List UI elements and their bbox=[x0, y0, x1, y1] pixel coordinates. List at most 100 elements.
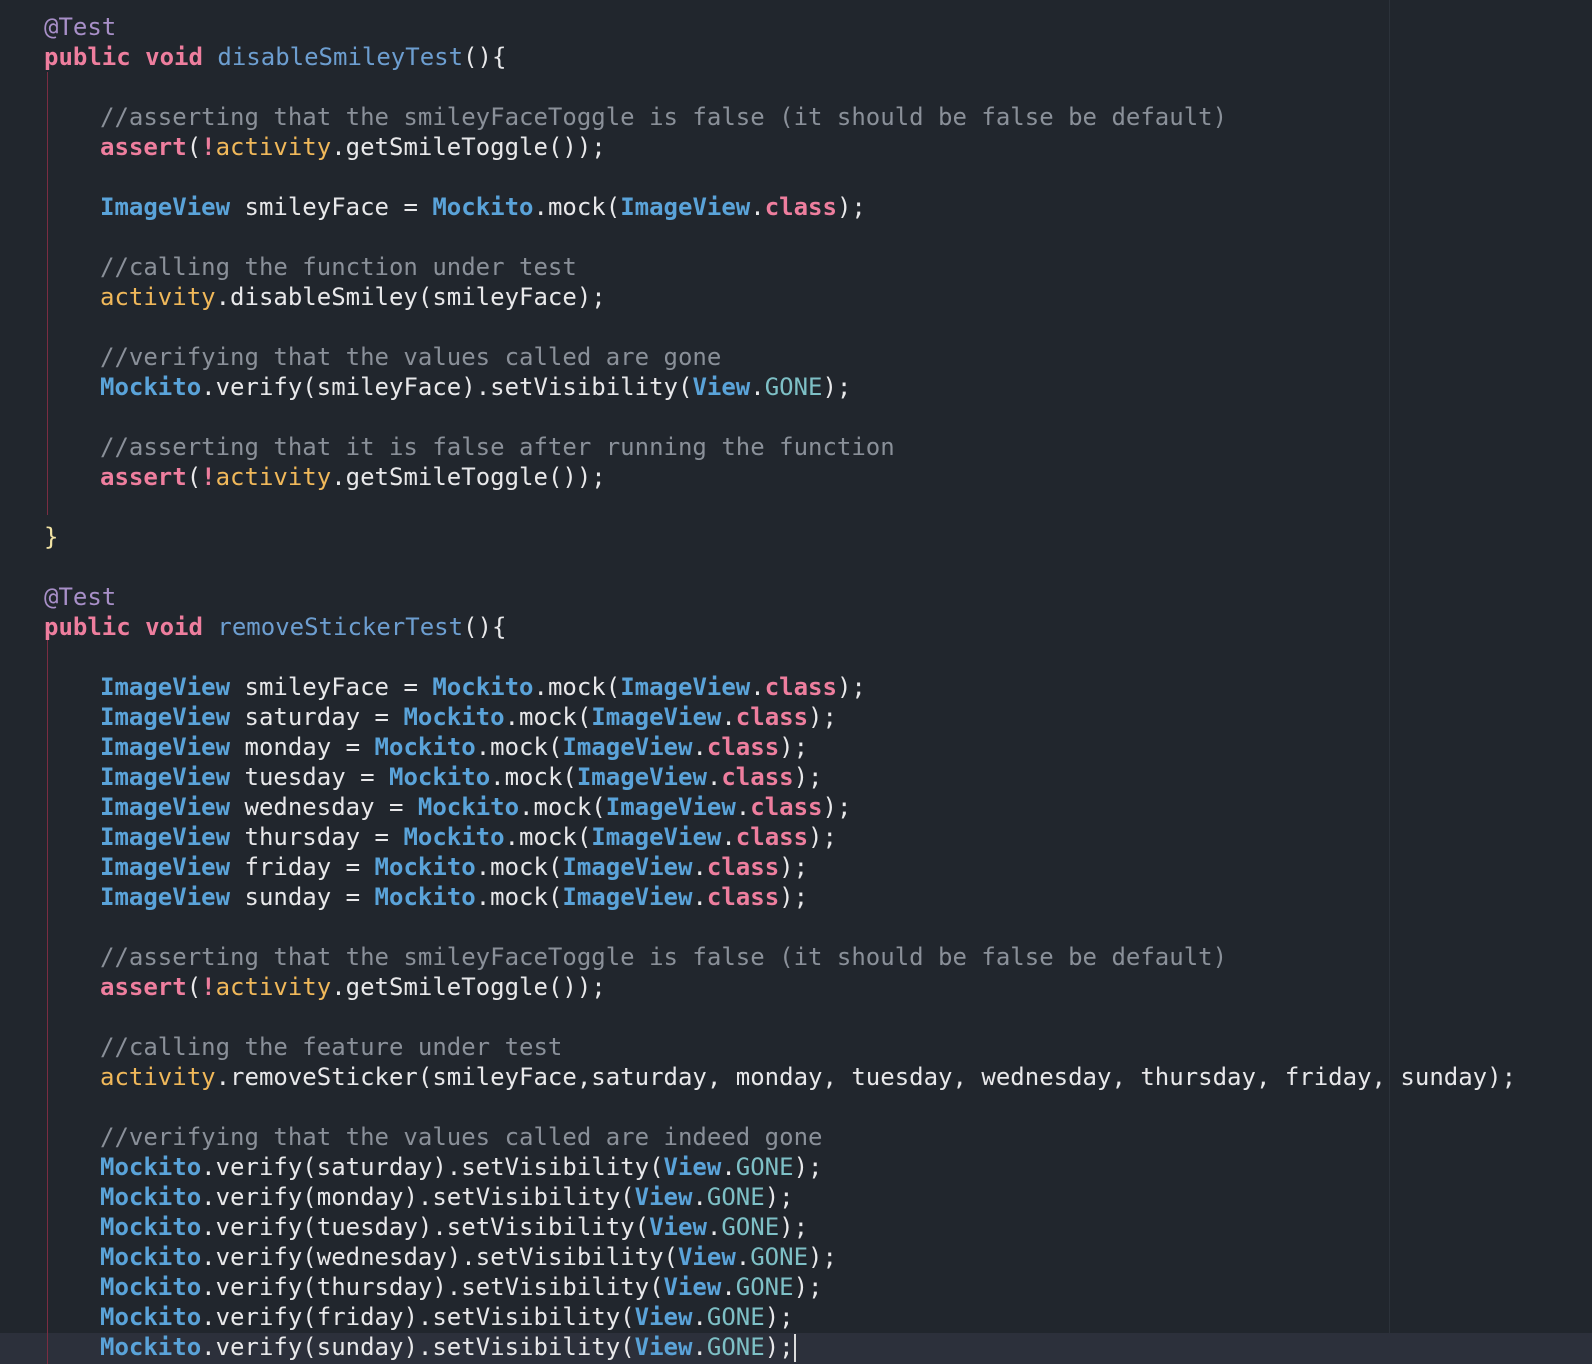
code-token-type: Mockito bbox=[100, 1333, 202, 1361]
code-token-type: View bbox=[634, 1303, 693, 1331]
code-token-plain: . bbox=[750, 193, 765, 221]
code-token-type: ImageView bbox=[100, 703, 231, 731]
code-token-kw: class bbox=[735, 823, 809, 851]
code-line[interactable]: Mockito.verify(friday).setVisibility(Vie… bbox=[0, 1302, 1592, 1332]
code-token-plain: ); bbox=[822, 373, 852, 401]
code-token-plain: . bbox=[721, 1273, 736, 1301]
code-token-plain: .disableSmiley(smileyFace); bbox=[215, 283, 606, 311]
code-token-plain: ); bbox=[793, 1153, 823, 1181]
code-line[interactable] bbox=[0, 912, 1592, 942]
code-line[interactable]: } bbox=[0, 522, 1592, 552]
code-token-type: Mockito bbox=[100, 1303, 202, 1331]
code-line[interactable]: public void removeStickerTest(){ bbox=[0, 612, 1592, 642]
code-line[interactable] bbox=[0, 1092, 1592, 1122]
code-line[interactable] bbox=[0, 492, 1592, 522]
code-line[interactable] bbox=[0, 402, 1592, 432]
code-line[interactable]: //calling the function under test bbox=[0, 252, 1592, 282]
code-token-plain: . bbox=[692, 853, 707, 881]
code-token-type: Mockito bbox=[374, 883, 476, 911]
code-line[interactable]: Mockito.verify(sunday).setVisibility(Vie… bbox=[0, 1332, 1592, 1362]
code-token-kw: class bbox=[706, 883, 780, 911]
code-token-type: ImageView bbox=[576, 763, 707, 791]
code-line[interactable]: Mockito.verify(smileyFace).setVisibility… bbox=[0, 372, 1592, 402]
code-line[interactable]: //verifying that the values called are g… bbox=[0, 342, 1592, 372]
code-token-plain: ( bbox=[186, 133, 202, 161]
code-token-plain: .verify(sunday).setVisibility( bbox=[201, 1333, 635, 1361]
code-token-kw: public bbox=[44, 43, 131, 71]
code-line[interactable]: ImageView thursday = Mockito.mock(ImageV… bbox=[0, 822, 1592, 852]
code-token-plain: .mock( bbox=[475, 733, 563, 761]
code-token-plain: . bbox=[706, 763, 722, 791]
code-token-plain: ); bbox=[779, 853, 809, 881]
code-token-type: Mockito bbox=[403, 823, 505, 851]
code-line[interactable] bbox=[0, 1002, 1592, 1032]
code-line[interactable]: ImageView monday = Mockito.mock(ImageVie… bbox=[0, 732, 1592, 762]
code-token-const: GONE bbox=[721, 1213, 780, 1241]
code-line[interactable]: Mockito.verify(tuesday).setVisibility(Vi… bbox=[0, 1212, 1592, 1242]
code-line[interactable] bbox=[0, 222, 1592, 252]
code-line[interactable]: ImageView sunday = Mockito.mock(ImageVie… bbox=[0, 882, 1592, 912]
code-token-plain: . bbox=[692, 1303, 707, 1331]
code-token-type: Mockito bbox=[389, 763, 491, 791]
code-line[interactable] bbox=[0, 72, 1592, 102]
code-line[interactable]: ImageView friday = Mockito.mock(ImageVie… bbox=[0, 852, 1592, 882]
code-line[interactable]: ImageView saturday = Mockito.mock(ImageV… bbox=[0, 702, 1592, 732]
code-line[interactable]: ImageView smileyFace = Mockito.mock(Imag… bbox=[0, 672, 1592, 702]
code-token-plain: ); bbox=[808, 823, 837, 851]
code-token-plain: . bbox=[735, 793, 751, 821]
code-token-field: activity bbox=[215, 973, 332, 1001]
code-token-kw: class bbox=[721, 763, 794, 791]
code-line[interactable]: assert(!activity.getSmileToggle()); bbox=[0, 462, 1592, 492]
code-line[interactable]: Mockito.verify(monday).setVisibility(Vie… bbox=[0, 1182, 1592, 1212]
code-token-plain: .mock( bbox=[504, 703, 592, 731]
code-line[interactable]: assert(!activity.getSmileToggle()); bbox=[0, 132, 1592, 162]
code-token-plain: wednesday = bbox=[230, 793, 418, 821]
code-line[interactable]: activity.disableSmiley(smileyFace); bbox=[0, 282, 1592, 312]
code-token-type: ImageView bbox=[100, 883, 231, 911]
code-line[interactable]: public void disableSmileyTest(){ bbox=[0, 42, 1592, 72]
code-token-type: ImageView bbox=[100, 823, 231, 851]
text-caret bbox=[793, 1334, 796, 1362]
code-line[interactable]: Mockito.verify(thursday).setVisibility(V… bbox=[0, 1272, 1592, 1302]
code-token-field: activity bbox=[100, 283, 216, 311]
code-lines[interactable]: @Test public void disableSmileyTest(){//a… bbox=[0, 12, 1592, 1362]
code-token-plain: .mock( bbox=[533, 673, 621, 701]
code-token-type: View bbox=[692, 373, 751, 401]
code-line[interactable] bbox=[0, 552, 1592, 582]
code-line[interactable] bbox=[0, 642, 1592, 672]
code-token-type: Mockito bbox=[432, 193, 534, 221]
code-token-plain: . bbox=[706, 1213, 722, 1241]
code-line[interactable]: activity.removeSticker(smileyFace,saturd… bbox=[0, 1062, 1592, 1092]
code-line[interactable]: ImageView smileyFace = Mockito.mock(Imag… bbox=[0, 192, 1592, 222]
code-token-plain: ); bbox=[836, 193, 866, 221]
code-line[interactable]: assert(!activity.getSmileToggle()); bbox=[0, 972, 1592, 1002]
code-line[interactable]: Mockito.verify(wednesday).setVisibility(… bbox=[0, 1242, 1592, 1272]
code-token-kw: class bbox=[764, 673, 837, 701]
code-editor[interactable]: @Test public void disableSmileyTest(){//a… bbox=[0, 0, 1592, 1364]
code-token-comment: //asserting that it is false after runni… bbox=[100, 433, 895, 461]
code-line[interactable]: ImageView wednesday = Mockito.mock(Image… bbox=[0, 792, 1592, 822]
code-token-kw: ! bbox=[201, 973, 216, 1001]
code-token-fn: disableSmileyTest bbox=[217, 43, 464, 71]
code-line[interactable] bbox=[0, 162, 1592, 192]
code-line[interactable]: //verifying that the values called are i… bbox=[0, 1122, 1592, 1152]
code-line[interactable]: //asserting that the smileyFaceToggle is… bbox=[0, 102, 1592, 132]
code-token-type: Mockito bbox=[100, 1243, 202, 1271]
code-line[interactable]: @Test bbox=[0, 12, 1592, 42]
code-token-plain: monday = bbox=[230, 733, 375, 761]
code-line[interactable]: @Test bbox=[0, 582, 1592, 612]
code-token-type: ImageView bbox=[100, 193, 231, 221]
code-line[interactable] bbox=[0, 312, 1592, 342]
code-line[interactable]: ImageView tuesday = Mockito.mock(ImageVi… bbox=[0, 762, 1592, 792]
code-line[interactable]: //asserting that the smileyFaceToggle is… bbox=[0, 942, 1592, 972]
code-token-type: ImageView bbox=[591, 703, 722, 731]
code-line[interactable]: Mockito.verify(saturday).setVisibility(V… bbox=[0, 1152, 1592, 1182]
code-line[interactable]: //asserting that it is false after runni… bbox=[0, 432, 1592, 462]
code-token-plain: .verify(friday).setVisibility( bbox=[201, 1303, 635, 1331]
code-token-plain: ); bbox=[808, 703, 837, 731]
code-line[interactable]: //calling the feature under test bbox=[0, 1032, 1592, 1062]
code-token-kw: class bbox=[735, 703, 809, 731]
